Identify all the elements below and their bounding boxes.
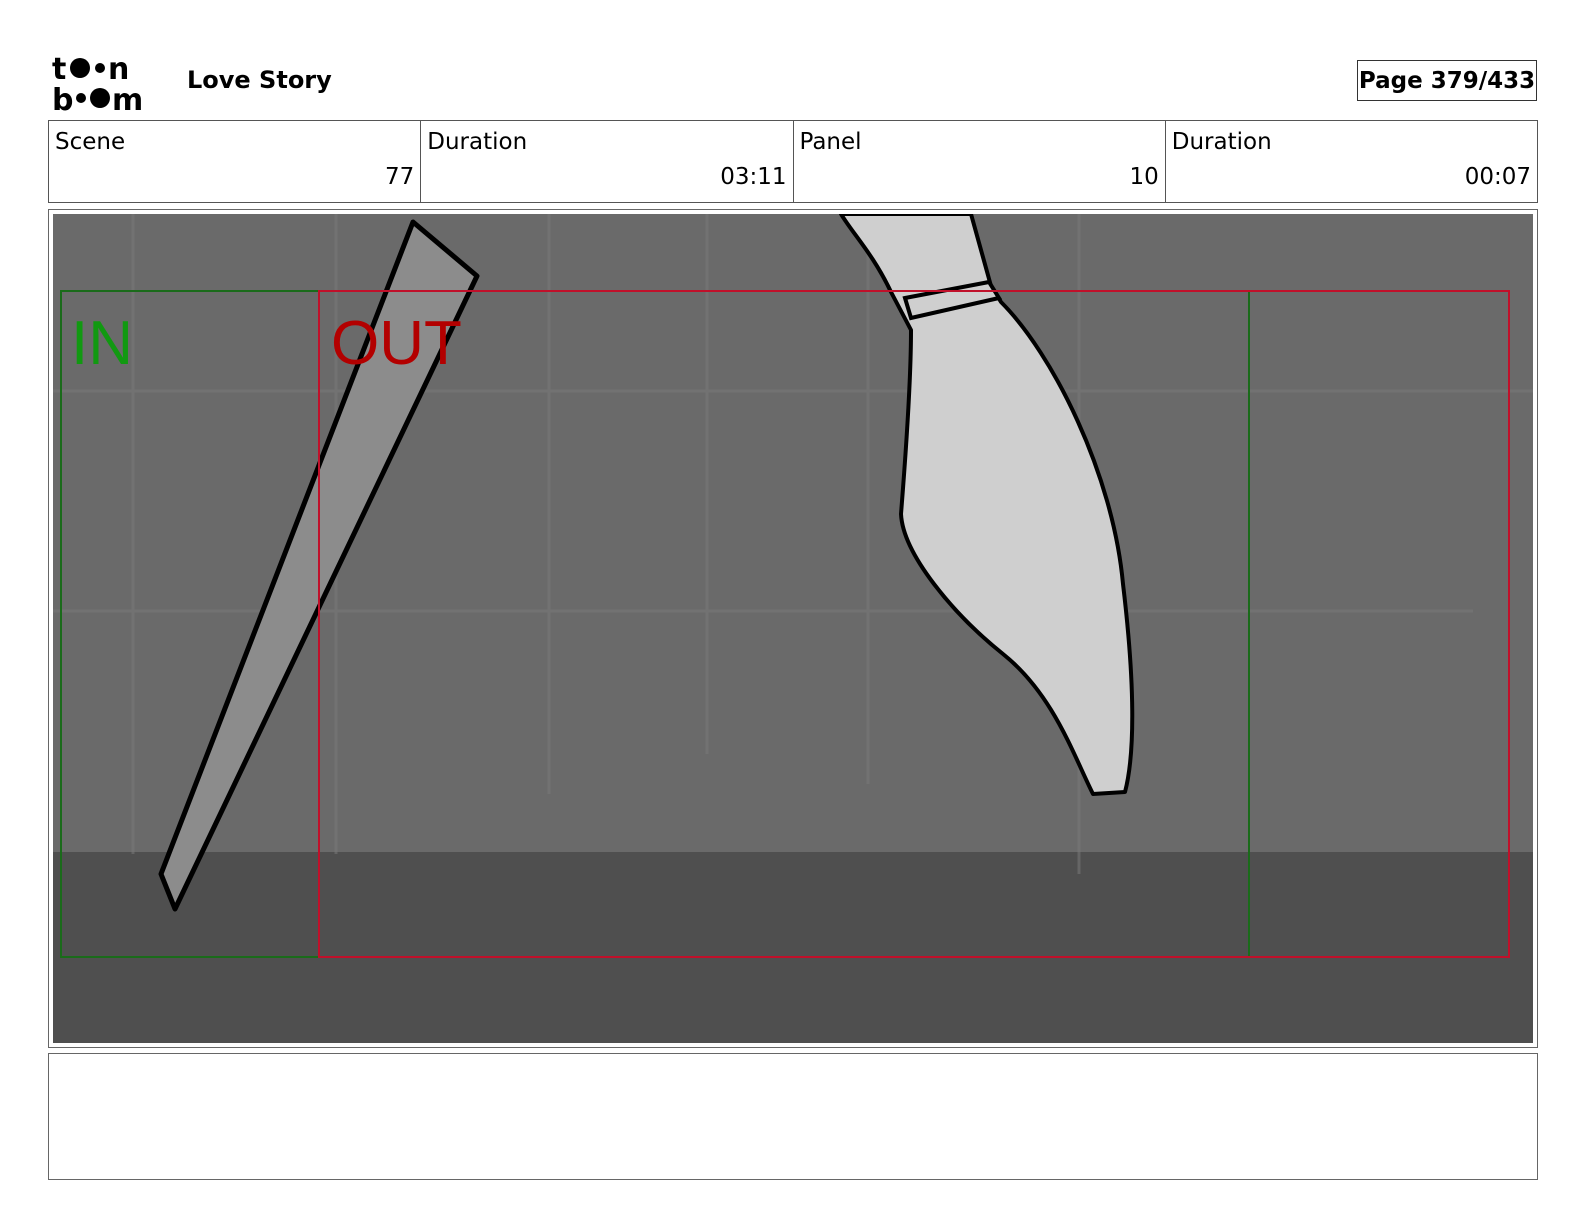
logo-dot <box>76 93 86 103</box>
panel-label: Panel <box>799 129 862 155</box>
toon-boom-logo: t n b m <box>52 52 143 112</box>
panel-duration-label: Duration <box>1171 129 1272 155</box>
in-label: IN <box>71 309 133 378</box>
scene-value: 77 <box>384 164 415 190</box>
out-label: OUT <box>331 309 462 378</box>
scene-duration-cell: Duration 03:11 <box>421 121 794 202</box>
scene-label: Scene <box>55 129 126 155</box>
logo-dot <box>95 63 105 73</box>
logo-dot <box>90 88 110 108</box>
project-title: Love Story <box>187 66 332 94</box>
logo-dot <box>70 58 90 78</box>
storyboard-panel: IN OUT <box>48 209 1538 1048</box>
panel-cell: Panel 10 <box>794 121 1166 202</box>
floor-background <box>53 852 1533 1043</box>
logo-letter-n: n <box>108 52 129 87</box>
scene-duration-value: 03:11 <box>720 164 787 190</box>
panel-duration-value: 00:07 <box>1464 164 1531 190</box>
logo-letter-b: b <box>52 83 73 112</box>
panel-value: 10 <box>1129 164 1159 190</box>
wall-background <box>53 214 1533 854</box>
page-number: Page 379/433 <box>1357 60 1537 101</box>
scene-info-table: Scene 77 Duration 03:11 Panel 10 Duratio… <box>48 120 1538 203</box>
scene-duration-label: Duration <box>427 129 528 155</box>
panel-duration-cell: Duration 00:07 <box>1166 121 1537 202</box>
logo-letter-m: m <box>112 83 143 112</box>
logo-letter-t: t <box>52 52 66 87</box>
panel-drawing: IN OUT <box>53 214 1533 1043</box>
scene-cell: Scene 77 <box>49 121 422 202</box>
panel-notes-box <box>48 1053 1538 1180</box>
